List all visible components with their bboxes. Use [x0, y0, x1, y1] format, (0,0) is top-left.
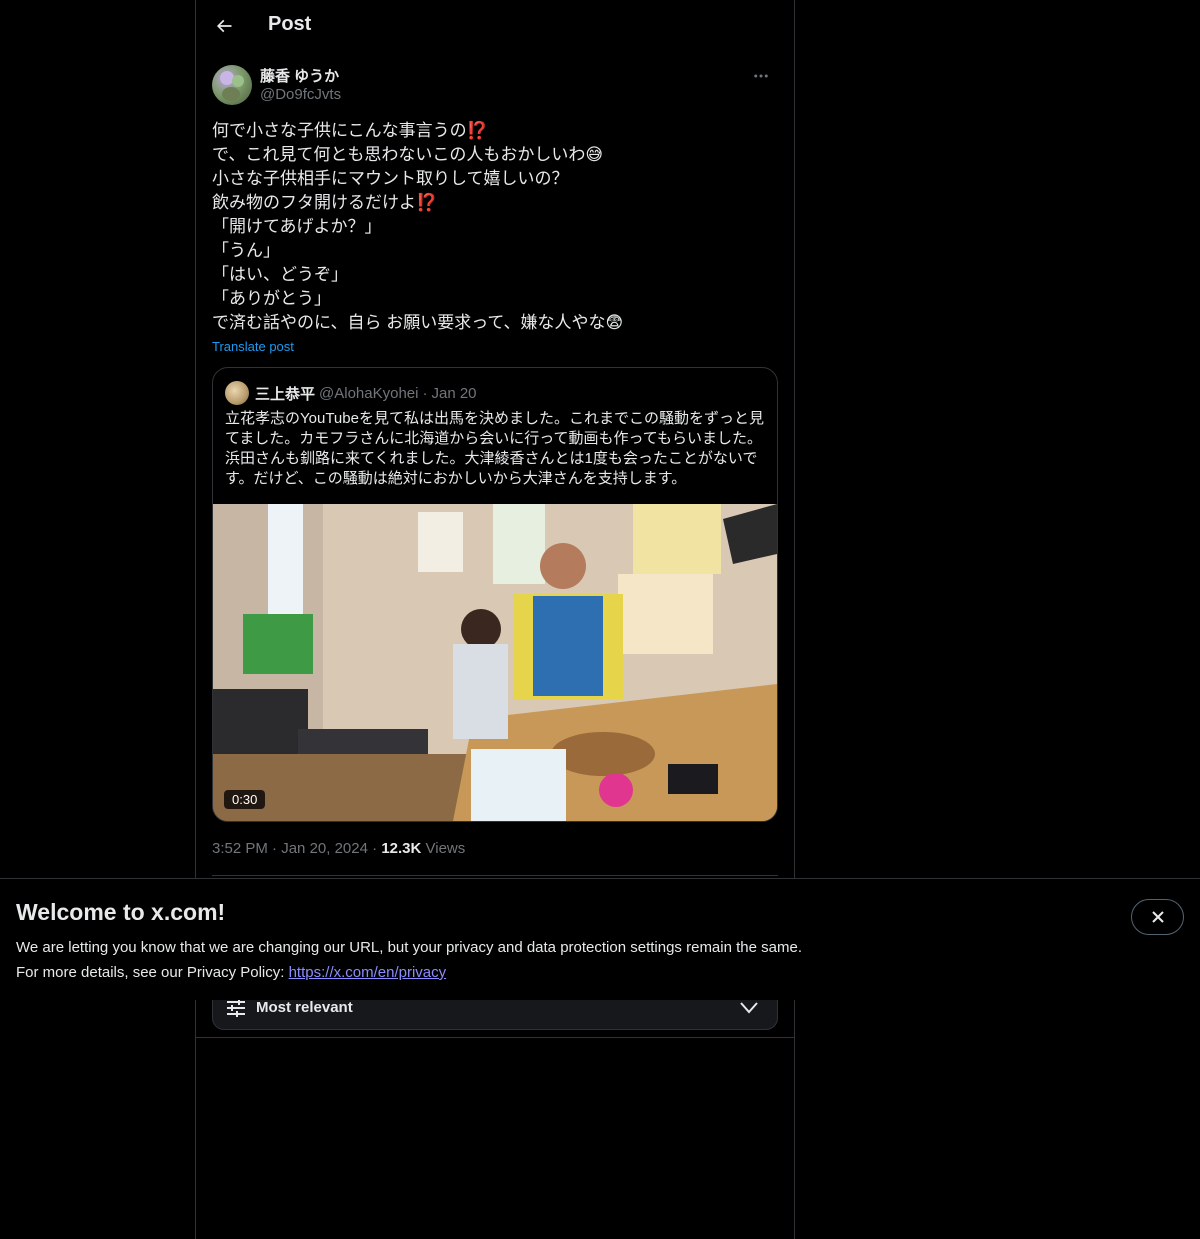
sliders-icon — [227, 999, 245, 1017]
quoted-text-line: す。だけど、この騒動は絶対におかしいから大津さんを支持します。 — [225, 470, 687, 487]
quoted-avatar[interactable] — [225, 381, 249, 405]
banner-body: We are letting you know that we are chan… — [16, 935, 802, 985]
main-column: Post 藤香 ゆうか @Do9fcJvts 何で小さな子供にこんな事言うの⁉️… — [195, 0, 795, 1239]
post-time[interactable]: 3:52 PM — [212, 840, 268, 857]
back-arrow-icon — [216, 19, 232, 33]
separator-dot: · — [272, 840, 278, 857]
divider — [212, 875, 778, 876]
views-label: Views — [425, 840, 466, 857]
chevron-down-icon — [740, 1002, 758, 1014]
views-count: 12.3K — [381, 840, 422, 857]
post-author: 藤香 ゆうか @Do9fcJvts — [212, 64, 778, 108]
quoted-text-line: 立花孝志のYouTubeを見て私は出馬を決めました。これまでこの騒動をずっと見 — [225, 410, 764, 427]
video-frame-image — [213, 504, 777, 821]
privacy-policy-link[interactable]: https://x.com/en/privacy — [289, 964, 447, 981]
separator-dot: · — [372, 840, 378, 857]
close-banner-button[interactable] — [1131, 899, 1184, 935]
post-text-line: 「開けてあげよか？」 — [212, 217, 382, 236]
author-handle[interactable]: @Do9fcJvts — [260, 86, 341, 103]
post-text-line: 何で小さな子供にこんな事言うの⁉️ — [212, 121, 488, 140]
separator-dot: · — [422, 384, 428, 402]
post-meta: 3:52 PM · Jan 20, 2024 · 12.3K Views — [212, 840, 465, 857]
post-text-line: で、これ見て何とも思わないこの人もおかしいわ😅 — [212, 145, 604, 164]
translate-post-link[interactable]: Translate post — [212, 339, 294, 354]
post-date[interactable]: Jan 20, 2024 — [281, 840, 368, 857]
quoted-date[interactable]: Jan 20 — [431, 385, 476, 402]
quoted-text-line: てました。カモフラさんに北海道から会いに行って動画も作ってもらいました。 — [225, 430, 763, 447]
more-button[interactable] — [744, 64, 778, 88]
post-text-line: 小さな子供相手にマウント取りして嬉しいの？ — [212, 169, 569, 188]
video-thumbnail[interactable]: 0:30 — [213, 504, 777, 821]
avatar[interactable] — [212, 65, 252, 105]
back-button[interactable] — [206, 8, 242, 44]
quoted-post-text: 立花孝志のYouTubeを見て私は出馬を決めました。これまでこの騒動をずっと見 … — [225, 409, 765, 489]
page-title: Post — [268, 13, 312, 35]
divider — [196, 1037, 794, 1038]
banner-line: We are letting you know that we are chan… — [16, 939, 802, 956]
quoted-post[interactable]: 三上恭平 @AlohaKyohei · Jan 20 立花孝志のYouTubeを… — [212, 367, 778, 822]
banner-line: For more details, see our Privacy Policy… — [16, 960, 802, 985]
post-text: 何で小さな子供にこんな事言うの⁉️ で、これ見て何とも思わないこの人もおかしいわ… — [212, 119, 778, 335]
quoted-post-header: 三上恭平 @AlohaKyohei · Jan 20 — [225, 381, 481, 405]
video-duration: 0:30 — [224, 790, 266, 809]
quoted-author-handle[interactable]: @AlohaKyohei — [319, 385, 418, 402]
post-text-line: で済む話やのに、自ら お願い要求って、嫌な人やな😨 — [212, 313, 624, 332]
post-text-line: 飲み物のフタ開けるだけよ⁉️ — [212, 193, 438, 212]
top-bar: Post — [196, 0, 794, 53]
post-text-line: 「うん」 — [212, 241, 280, 260]
author-name[interactable]: 藤香 ゆうか — [260, 65, 339, 86]
more-dots-icon — [754, 74, 768, 78]
banner-title: Welcome to x.com! — [16, 899, 226, 925]
sort-label: Most relevant — [256, 999, 353, 1016]
quoted-text-line: 浜田さんも釧路に来てくれました。大津綾香さんとは1度も会ったことがないで — [225, 450, 758, 467]
post-text-line: 「ありがとう」 — [212, 289, 331, 308]
close-icon — [1151, 911, 1164, 923]
quoted-author-name[interactable]: 三上恭平 — [255, 383, 315, 404]
post-text-line: 「はい、どうぞ」 — [212, 265, 348, 284]
banner-line-prefix: For more details, see our Privacy Policy… — [16, 964, 289, 981]
url-change-banner: Welcome to x.com! We are letting you kno… — [0, 878, 1200, 1000]
